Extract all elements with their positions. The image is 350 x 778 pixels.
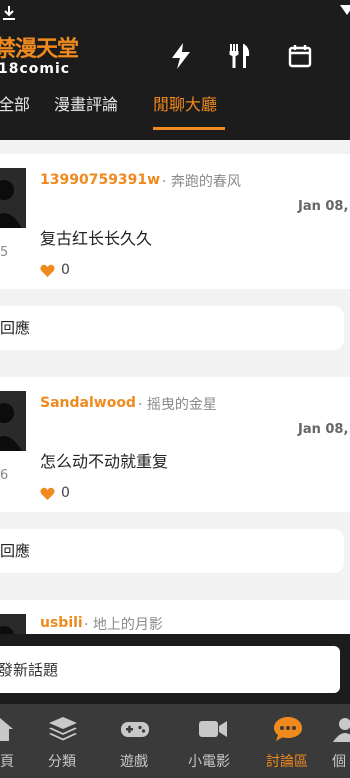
avatar-count: 6: [0, 468, 9, 483]
avatar[interactable]: [0, 168, 26, 228]
avatar[interactable]: [0, 391, 26, 451]
reply-button[interactable]: 回應: [0, 529, 344, 573]
user-silhouette-icon: [0, 403, 22, 451]
video-icon: [199, 721, 227, 737]
logo-subtitle: 18comic: [0, 61, 71, 77]
lightning-icon[interactable]: [168, 42, 194, 70]
status-bar: [0, 0, 350, 26]
post-nickname: · 摇曳的金星: [138, 397, 217, 413]
reply-button[interactable]: 回應: [0, 306, 344, 350]
reply-label: 回應: [0, 542, 31, 560]
category-tabs: 全部 漫畫評論 閒聊大廳: [0, 88, 350, 140]
post-text: 复古红长长久久: [40, 229, 153, 248]
heart-icon[interactable]: [40, 487, 55, 501]
new-topic-label: 發新話題: [0, 661, 59, 679]
chat-icon: [274, 717, 302, 741]
post-username[interactable]: Sandalwood: [40, 395, 136, 411]
download-icon: [3, 6, 15, 20]
post-card: 5 13990759391w · 奔跑的春风 Jan 08, 复古红长长久久 0: [0, 154, 350, 289]
nav-categories[interactable]: 分類: [30, 704, 100, 778]
post-date: Jan 08,: [298, 199, 349, 214]
logo[interactable]: 禁漫天堂 18comic: [0, 36, 94, 80]
app-header: 禁漫天堂 18comic: [0, 26, 350, 88]
post-text: 怎么动不动就重复: [40, 452, 169, 471]
nav-label: 遊戲: [120, 754, 148, 770]
like-count: 0: [61, 262, 70, 278]
logo-title: 禁漫天堂: [0, 36, 79, 62]
gamepad-icon: [121, 722, 149, 737]
nav-label: 小電影: [188, 754, 230, 770]
post-username[interactable]: usbili: [40, 615, 83, 631]
active-tab-indicator: [153, 127, 225, 130]
person-icon: [333, 718, 350, 742]
post-card: usbili · 地上的月影: [0, 600, 350, 634]
nav-profile[interactable]: 個: [330, 704, 350, 778]
bottom-nav: 頁 分類 遊戲 小電影 討論區 個: [0, 704, 350, 778]
like-count: 0: [61, 485, 70, 501]
post-card: 6 Sandalwood · 摇曳的金星 Jan 08, 怎么动不动就重复 0: [0, 377, 350, 512]
nav-forum[interactable]: 討論區: [258, 704, 328, 778]
post-nickname: · 奔跑的春风: [162, 174, 241, 190]
nav-label: 頁: [0, 754, 14, 770]
new-topic-button[interactable]: 發新話題: [0, 646, 340, 693]
nav-games[interactable]: 遊戲: [102, 704, 172, 778]
new-topic-bar: 發新話題: [0, 634, 350, 704]
discussion-feed[interactable]: 5 13990759391w · 奔跑的春风 Jan 08, 复古红长长久久 0…: [0, 140, 350, 634]
tab-comic-reviews[interactable]: 漫畫評論: [54, 94, 118, 116]
layers-icon: [49, 717, 77, 741]
tab-all[interactable]: 全部: [0, 94, 30, 116]
fork-knife-icon[interactable]: [227, 42, 253, 70]
signal-icon: [340, 5, 350, 15]
nav-label: 分類: [48, 754, 76, 770]
post-date: Jan 08,: [298, 422, 349, 437]
post-username[interactable]: 13990759391w: [40, 172, 160, 188]
avatar[interactable]: [0, 614, 26, 634]
user-silhouette-icon: [0, 180, 22, 228]
nav-label: 討論區: [266, 754, 308, 770]
home-icon: [0, 718, 13, 741]
nav-label: 個: [332, 754, 346, 770]
avatar-count: 5: [0, 245, 9, 260]
nav-videos[interactable]: 小電影: [182, 704, 252, 778]
post-nickname: · 地上的月影: [84, 617, 163, 633]
reply-label: 回應: [0, 319, 31, 337]
heart-icon[interactable]: [40, 264, 55, 278]
tab-lounge[interactable]: 閒聊大廳: [153, 94, 217, 116]
user-silhouette-icon: [0, 626, 14, 634]
calendar-icon[interactable]: [287, 42, 313, 70]
